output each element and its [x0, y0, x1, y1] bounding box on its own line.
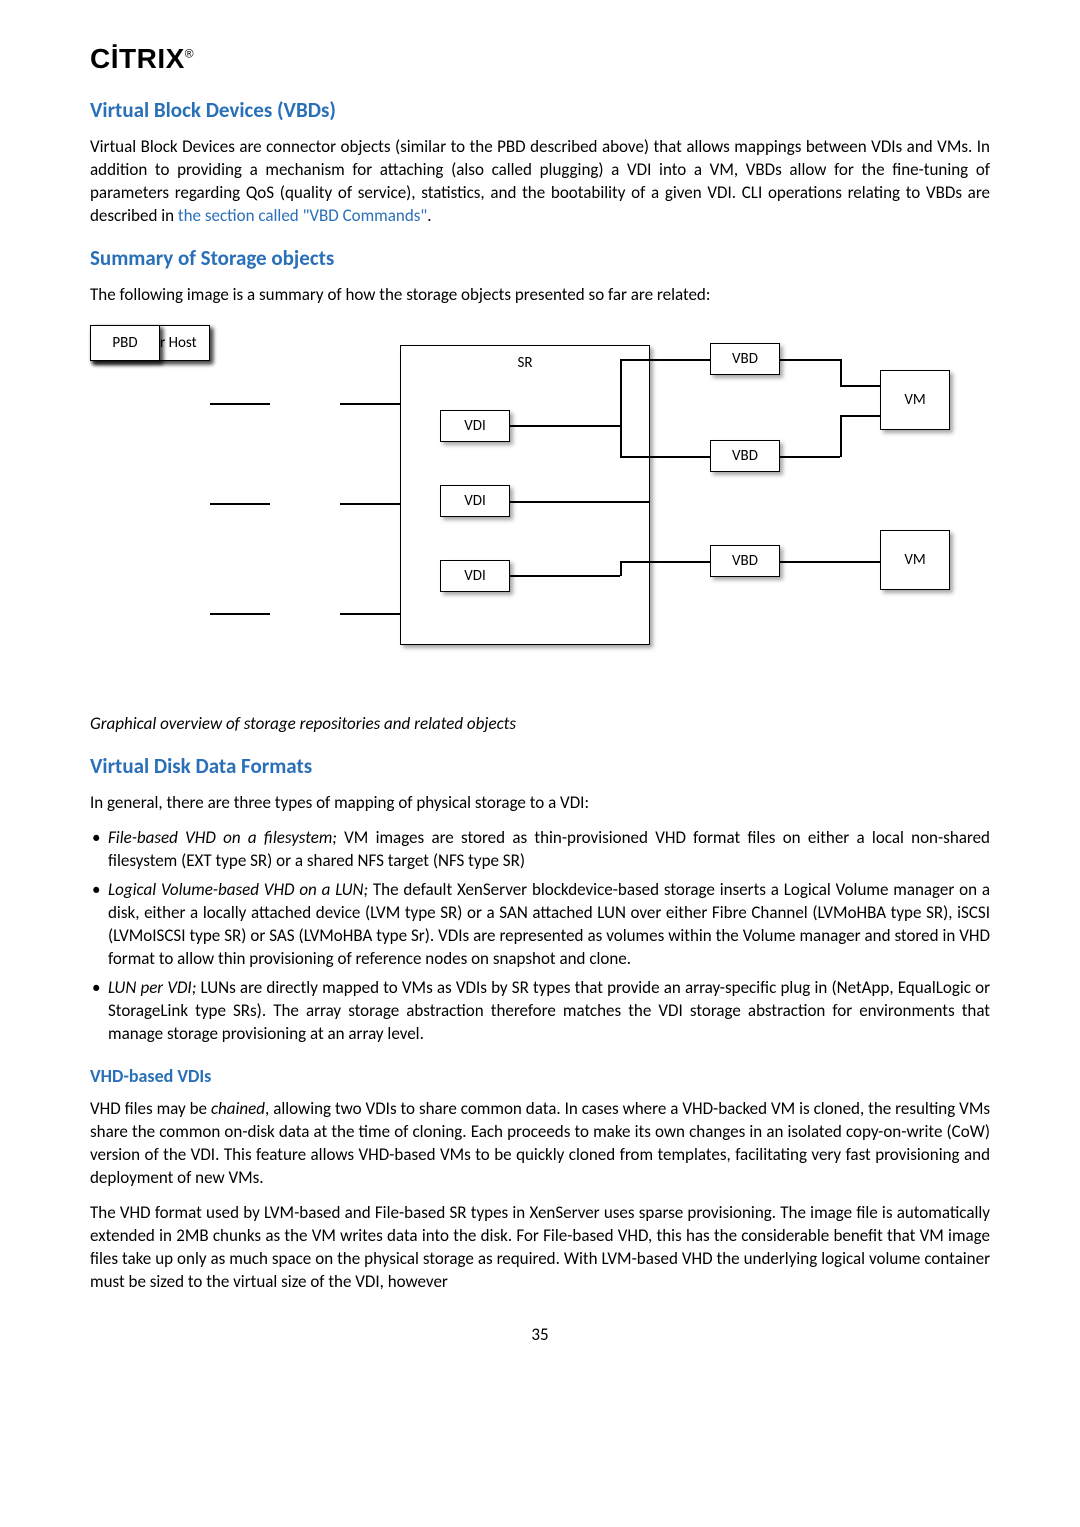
brand-logo: CİTRIX®	[90, 40, 990, 78]
diagram-pbd: PBD	[90, 325, 160, 361]
diagram-vbd: VBD	[710, 343, 780, 375]
vhd-paragraph-1: VHD files may be chained, allowing two V…	[90, 1098, 990, 1190]
vhd-paragraph-2: The VHD format used by LVM-based and Fil…	[90, 1202, 990, 1294]
list-item: LUN per VDI; LUNs are directly mapped to…	[90, 977, 990, 1046]
diagram-sr-label: SR	[400, 353, 650, 373]
heading-vbd: Virtual Block Devices (VBDs)	[90, 96, 990, 124]
diagram-vdi: VDI	[440, 410, 510, 442]
diagram-vbd: VBD	[710, 440, 780, 472]
summary-paragraph: The following image is a summary of how …	[90, 284, 990, 307]
diagram-vm: VM	[880, 530, 950, 590]
heading-summary: Summary of Storage objects	[90, 244, 990, 272]
list-item: File-based VHD on a filesystem; VM image…	[90, 827, 990, 873]
vbd-commands-link[interactable]: the section called "VBD Commands"	[178, 205, 427, 226]
storage-diagram: XenServer Host XenServer Host XenServer …	[90, 325, 990, 685]
vdd-intro-paragraph: In general, there are three types of map…	[90, 792, 990, 815]
heading-vdd: Virtual Disk Data Formats	[90, 752, 990, 780]
diagram-vm: VM	[880, 370, 950, 430]
vbd-paragraph: Virtual Block Devices are connector obje…	[90, 136, 990, 228]
heading-vhd-vdis: VHD-based VDIs	[90, 1064, 990, 1088]
diagram-caption: Graphical overview of storage repositori…	[90, 713, 990, 736]
vdd-bullet-list: File-based VHD on a filesystem; VM image…	[90, 827, 990, 1045]
diagram-vdi: VDI	[440, 485, 510, 517]
diagram-vdi: VDI	[440, 560, 510, 592]
diagram-sr-container	[400, 345, 650, 645]
page-number: 35	[90, 1324, 990, 1347]
diagram-vbd: VBD	[710, 545, 780, 577]
list-item: Logical Volume-based VHD on a LUN; The d…	[90, 879, 990, 971]
